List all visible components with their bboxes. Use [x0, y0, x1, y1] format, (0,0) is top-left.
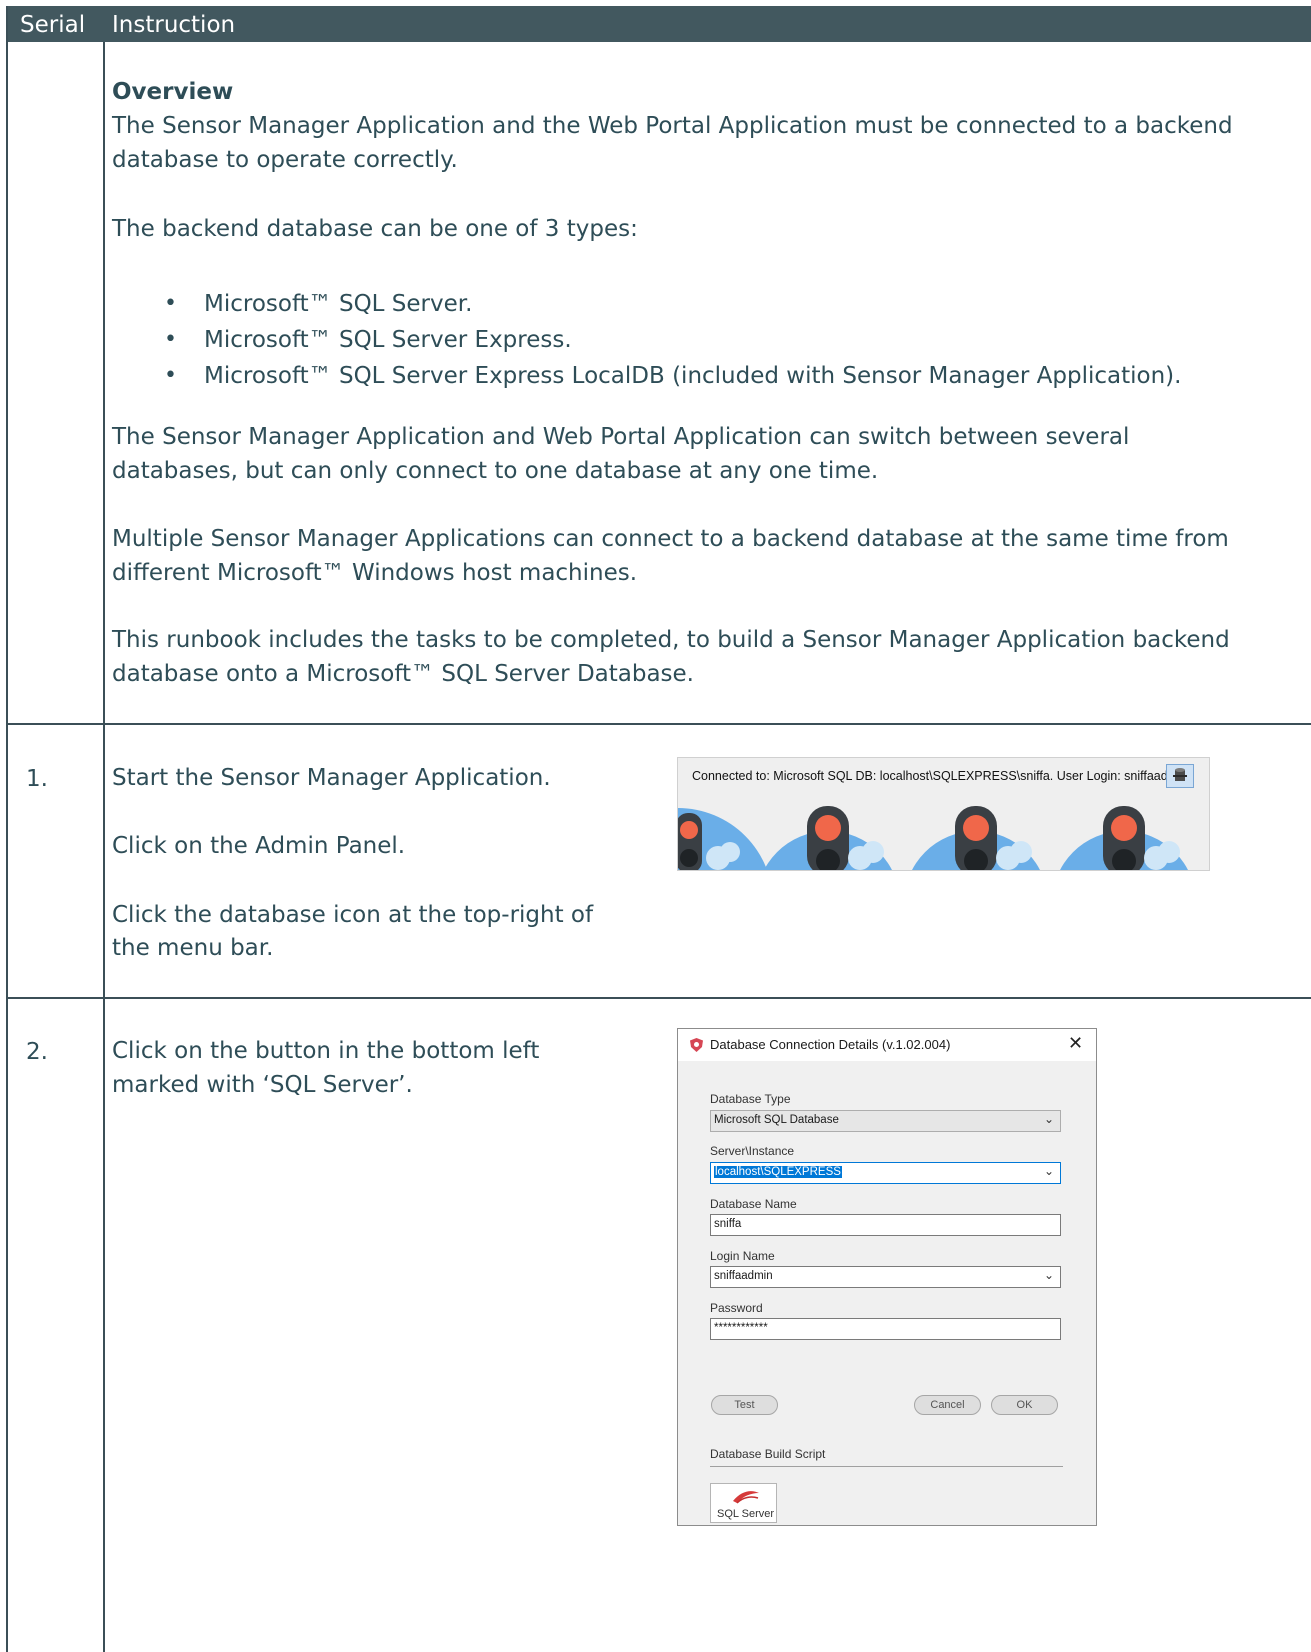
login-name-field[interactable]: sniffaadmin ⌄	[710, 1266, 1061, 1288]
connection-status: Connected to: Microsoft SQL DB: localhos…	[692, 769, 1192, 783]
traffic-light-icon	[912, 806, 1040, 870]
chevron-down-icon: ⌄	[1043, 1164, 1054, 1178]
build-script-label: Database Build Script	[710, 1447, 826, 1461]
list-item: Microsoft™ SQL Server Express LocalDB (i…	[112, 358, 1181, 394]
traffic-light-icon	[1060, 806, 1188, 870]
database-type-label: Database Type	[710, 1092, 791, 1106]
step-text: Start the Sensor Manager Application.	[112, 765, 551, 791]
server-instance-field[interactable]: localhost\SQLEXPRESS ⌄	[710, 1162, 1061, 1184]
ok-button[interactable]: OK	[991, 1395, 1058, 1415]
overview-paragraph: The Sensor Manager Application and the W…	[112, 113, 1233, 139]
database-name-value: sniffa	[714, 1218, 742, 1230]
overview-heading: Overview	[112, 79, 234, 105]
cancel-button[interactable]: Cancel	[914, 1395, 981, 1415]
serial-number: 2.	[26, 1039, 48, 1065]
database-icon	[1173, 768, 1187, 781]
step-text: Click on the button in the bottom left	[112, 1038, 540, 1064]
password-field[interactable]: ************	[710, 1318, 1061, 1340]
row-divider	[8, 997, 1311, 999]
overview-paragraph: This runbook includes the tasks to be co…	[112, 627, 1230, 653]
dialog-title: Database Connection Details (v.1.02.004)	[710, 1037, 951, 1052]
divider	[710, 1466, 1063, 1467]
traffic-light-tiles	[678, 806, 1188, 870]
overview-paragraph: databases, but can only connect to one d…	[112, 458, 879, 484]
list-item: Microsoft™ SQL Server Express.	[112, 322, 1181, 358]
column-divider	[103, 42, 105, 1652]
traffic-light-icon	[764, 806, 892, 870]
list-item: Microsoft™ SQL Server.	[112, 286, 1181, 322]
step-text: Click the database icon at the top-right…	[112, 902, 594, 928]
serial-number: 1.	[26, 766, 48, 792]
database-name-label: Database Name	[710, 1197, 797, 1211]
step-text: the menu bar.	[112, 935, 274, 961]
overview-paragraph: Multiple Sensor Manager Applications can…	[112, 526, 1229, 552]
login-name-value: sniffaadmin	[714, 1270, 773, 1282]
overview-paragraph: database to operate correctly.	[112, 147, 458, 173]
database-name-field[interactable]: sniffa	[710, 1214, 1061, 1236]
header-serial: Serial	[20, 12, 86, 38]
step-text: Click on the Admin Panel.	[112, 833, 406, 859]
database-type-value: Microsoft SQL Database	[714, 1114, 839, 1126]
overview-paragraph: The backend database can be one of 3 typ…	[112, 216, 638, 242]
overview-paragraph: database onto a Microsoft™ SQL Server Da…	[112, 661, 694, 687]
dialog-titlebar: Database Connection Details (v.1.02.004)…	[678, 1029, 1096, 1061]
sql-server-button[interactable]: SQL Server	[710, 1483, 777, 1523]
overview-paragraph: The Sensor Manager Application and Web P…	[112, 424, 1130, 450]
database-connection-dialog: Database Connection Details (v.1.02.004)…	[677, 1028, 1097, 1526]
database-types-list: Microsoft™ SQL Server. Microsoft™ SQL Se…	[112, 286, 1181, 394]
login-name-label: Login Name	[710, 1249, 775, 1263]
sql-server-logo-icon	[733, 1491, 759, 1504]
server-instance-value: localhost\SQLEXPRESS	[714, 1166, 842, 1178]
chevron-down-icon: ⌄	[1043, 1112, 1054, 1126]
test-button[interactable]: Test	[711, 1395, 778, 1415]
password-value: ************	[714, 1322, 768, 1334]
password-label: Password	[710, 1301, 763, 1315]
database-type-select[interactable]: Microsoft SQL Database ⌄	[710, 1110, 1061, 1132]
sql-server-label: SQL Server	[717, 1508, 775, 1520]
table-header: Serial Instruction	[8, 6, 1311, 42]
header-instruction: Instruction	[112, 12, 236, 38]
row-divider	[8, 723, 1311, 725]
app-shield-icon	[690, 1038, 703, 1052]
chevron-down-icon: ⌄	[1043, 1268, 1054, 1282]
database-button[interactable]	[1166, 764, 1194, 788]
server-instance-label: Server\Instance	[710, 1144, 795, 1158]
close-icon[interactable]: ✕	[1068, 1033, 1083, 1054]
status-bar-screenshot: Connected to: Microsoft SQL DB: localhos…	[677, 757, 1210, 871]
overview-paragraph: different Microsoft™ Windows host machin…	[112, 560, 638, 586]
traffic-light-icon	[678, 808, 768, 870]
step-text: marked with ‘SQL Server’.	[112, 1072, 413, 1098]
